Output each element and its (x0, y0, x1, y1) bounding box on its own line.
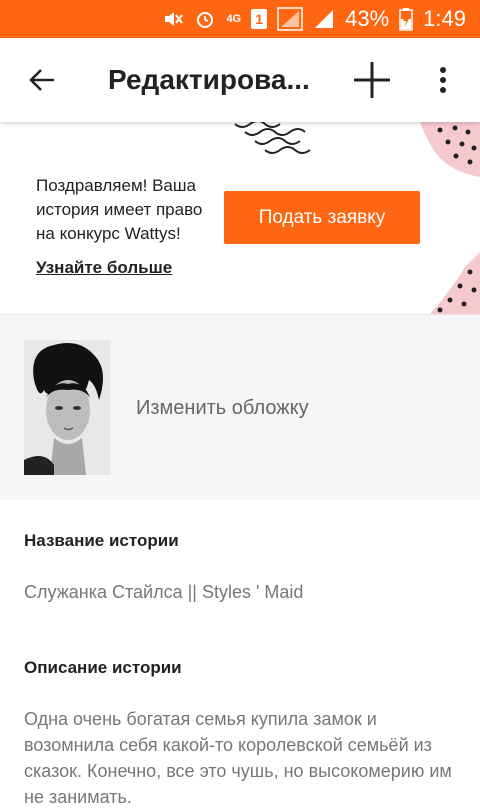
cover-section[interactable]: Изменить обложку (0, 315, 480, 500)
more-vert-icon (440, 67, 446, 93)
overflow-menu-button[interactable] (428, 60, 458, 100)
battery-charging-icon (399, 7, 413, 31)
story-description-field[interactable]: Одна очень богатая семья купила замок и … (24, 706, 454, 810)
status-bar: 4G 1 43% 1:49 (0, 0, 480, 38)
signal-strength-icon (313, 8, 335, 30)
plus-icon (354, 62, 390, 98)
network-type-label: 4G (226, 13, 242, 25)
story-title-field[interactable]: Служанка Стайлса || Styles ' Maid (24, 582, 303, 603)
arrow-back-icon (29, 69, 54, 91)
back-button[interactable] (22, 60, 62, 100)
story-description-label: Описание истории (24, 658, 182, 677)
contest-message: Поздравляем! Ваша история имеет право на… (36, 176, 203, 243)
battery-percent: 43% (345, 6, 390, 31)
apply-button[interactable]: Подать заявку (224, 191, 420, 244)
sim-badge: 1 (251, 9, 268, 29)
contest-banner: Поздравляем! Ваша история имеет право на… (0, 122, 480, 315)
squiggle-decoration-icon (234, 122, 311, 154)
add-part-button[interactable] (350, 58, 394, 102)
alarm-icon (194, 8, 216, 30)
pink-dots-decoration-bottom-icon (430, 252, 480, 314)
signal-icon (277, 7, 303, 31)
page-title: Редактирова... (108, 64, 310, 95)
change-cover-label[interactable]: Изменить обложку (136, 397, 309, 420)
app-bar: Редактирова... (0, 38, 480, 122)
mute-icon (162, 8, 184, 30)
clock-time: 1:49 (423, 6, 466, 31)
pink-dots-decoration-icon (420, 122, 480, 177)
learn-more-link[interactable]: Узнайте больше (36, 258, 172, 278)
story-title-label: Название истории (24, 531, 179, 550)
cover-image[interactable] (24, 340, 111, 475)
